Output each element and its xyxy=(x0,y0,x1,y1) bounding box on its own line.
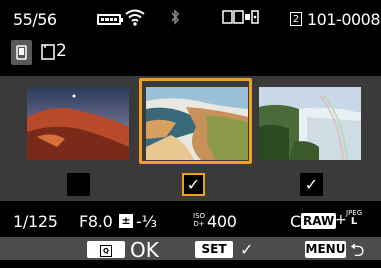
exposure-compensation-icon: ± xyxy=(119,214,133,228)
shutter-speed: 1/125 xyxy=(13,212,58,231)
quality-prefix: C xyxy=(290,212,302,231)
selection-cursor xyxy=(139,78,252,164)
card-tab-icon[interactable] xyxy=(41,43,56,61)
camera-icon xyxy=(16,45,27,60)
card-mode-icon xyxy=(222,10,259,24)
q-button[interactable]: Q xyxy=(87,241,125,258)
iso-value: 400 xyxy=(207,212,237,231)
thumbnail-checkbox-1[interactable] xyxy=(67,173,90,196)
menu-button[interactable]: MENU xyxy=(305,241,346,258)
thumbnail-checkbox-3[interactable]: ✓ xyxy=(300,173,323,196)
card-tab-label[interactable]: 2 xyxy=(56,41,67,61)
aperture-value: F8.0 xyxy=(79,212,113,231)
thumbnail-checkbox-2[interactable]: ✓ xyxy=(182,173,205,196)
file-number: 101-0008 xyxy=(307,10,381,29)
exposure-compensation-value: -⅓ xyxy=(136,212,157,231)
checkmark-icon: ✓ xyxy=(304,174,319,194)
thumbnail-sunset-rock[interactable] xyxy=(27,87,129,160)
image-counter: 55/56 xyxy=(13,10,57,29)
thumbnail-waterfall[interactable] xyxy=(259,87,361,160)
card-slot-indicator: 2 xyxy=(290,12,302,26)
set-checkmark-icon: ✓ xyxy=(240,240,254,259)
back-arrow-icon: ⮌ xyxy=(350,240,365,261)
ok-label: OK xyxy=(130,238,159,262)
raw-badge: RAW xyxy=(301,213,337,229)
set-button[interactable]: SET xyxy=(195,241,233,258)
jpeg-quality-icon: JPEG L xyxy=(346,209,363,227)
quality-plus: + xyxy=(335,212,347,228)
camera-tab[interactable] xyxy=(11,40,32,65)
battery-icon xyxy=(97,14,123,25)
wifi-icon xyxy=(125,9,145,26)
q-key-icon: Q xyxy=(100,245,112,257)
bluetooth-icon xyxy=(171,9,180,25)
checkmark-icon: ✓ xyxy=(186,174,201,194)
iso-label: ISO D+ xyxy=(193,212,206,228)
